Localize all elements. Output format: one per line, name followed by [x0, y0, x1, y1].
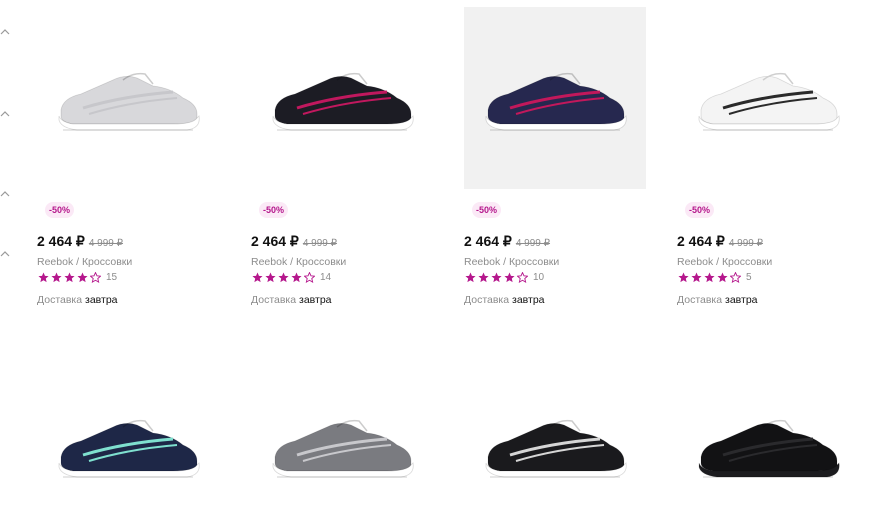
sneaker-image: [58, 419, 200, 478]
product-card[interactable]: [37, 405, 219, 505]
delivery-label: Доставка: [677, 294, 723, 306]
star-filled-icon: [465, 272, 476, 283]
review-count: 10: [533, 272, 545, 283]
rating: 14: [252, 272, 331, 283]
star-empty-icon: [517, 272, 528, 283]
product-image[interactable]: [464, 7, 646, 189]
old-price: 4 999 ₽: [515, 238, 551, 249]
delivery-label: Доставка: [37, 294, 83, 306]
price: 2 464 ₽: [677, 233, 725, 249]
old-price: 4 999 ₽: [88, 238, 124, 249]
price: 2 464 ₽: [464, 233, 512, 249]
star-filled-icon: [491, 272, 502, 283]
price-block: 2 464 ₽4 999 ₽: [37, 233, 123, 251]
product-card[interactable]: -50% 2 464 ₽4 999 ₽ Reebok / Кроссовки 5…: [677, 7, 859, 306]
rating: 5: [678, 272, 752, 283]
old-price: 4 999 ₽: [728, 238, 764, 249]
star-filled-icon: [51, 272, 62, 283]
sneaker-image: [485, 72, 627, 131]
product-card[interactable]: [251, 405, 433, 505]
product-image[interactable]: [251, 7, 433, 189]
delivery-day: завтра: [299, 294, 332, 306]
product-card[interactable]: [677, 405, 859, 505]
delivery-day: завтра: [725, 294, 758, 306]
review-count: 15: [106, 272, 118, 283]
price-block: 2 464 ₽4 999 ₽: [677, 233, 763, 251]
product-card[interactable]: -50% 2 464 ₽4 999 ₽ Reebok / Кроссовки 1…: [251, 7, 433, 306]
sneaker-image: [58, 72, 200, 131]
star-empty-icon: [304, 272, 315, 283]
review-count: 14: [320, 272, 332, 283]
price-block: 2 464 ₽4 999 ₽: [251, 233, 337, 251]
discount-badge: -50%: [472, 202, 502, 218]
sneaker-image: [272, 72, 414, 131]
rating: 15: [38, 272, 117, 283]
star-filled-icon: [38, 272, 49, 283]
product-image[interactable]: [677, 7, 859, 189]
delivery-label: Доставка: [251, 294, 297, 306]
delivery-info: Доставка завтра: [464, 294, 545, 306]
chevron-up-icon[interactable]: [0, 110, 10, 118]
star-filled-icon: [252, 272, 263, 283]
discount-badge: -50%: [259, 202, 289, 218]
star-filled-icon: [678, 272, 689, 283]
brand-category[interactable]: Reebok / Кроссовки: [677, 256, 772, 268]
star-filled-icon: [717, 272, 728, 283]
discount-badge: -50%: [45, 202, 75, 218]
sneaker-image: [698, 419, 840, 478]
delivery-info: Доставка завтра: [251, 294, 332, 306]
chevron-up-icon[interactable]: [0, 28, 10, 36]
star-filled-icon: [691, 272, 702, 283]
star-filled-icon: [64, 272, 75, 283]
price-block: 2 464 ₽4 999 ₽: [464, 233, 550, 251]
chevron-up-icon[interactable]: [0, 250, 10, 258]
chevron-up-icon[interactable]: [0, 190, 10, 198]
product-image[interactable]: [37, 405, 219, 485]
star-filled-icon: [704, 272, 715, 283]
product-card[interactable]: [464, 405, 646, 505]
rating: 10: [465, 272, 544, 283]
product-image[interactable]: [37, 7, 219, 189]
product-image[interactable]: [677, 405, 859, 485]
star-empty-icon: [730, 272, 741, 283]
star-empty-icon: [90, 272, 101, 283]
price: 2 464 ₽: [37, 233, 85, 249]
star-filled-icon: [291, 272, 302, 283]
sneaker-image: [272, 419, 414, 478]
star-filled-icon: [478, 272, 489, 283]
product-image[interactable]: [251, 405, 433, 485]
star-filled-icon: [77, 272, 88, 283]
delivery-day: завтра: [512, 294, 545, 306]
brand-category[interactable]: Reebok / Кроссовки: [464, 256, 559, 268]
old-price: 4 999 ₽: [302, 238, 338, 249]
review-count: 5: [746, 272, 752, 283]
star-filled-icon: [504, 272, 515, 283]
sneaker-image: [485, 419, 627, 478]
brand-category[interactable]: Reebok / Кроссовки: [37, 256, 132, 268]
product-card[interactable]: -50% 2 464 ₽4 999 ₽ Reebok / Кроссовки 1…: [464, 7, 646, 306]
star-filled-icon: [265, 272, 276, 283]
delivery-label: Доставка: [464, 294, 510, 306]
sneaker-image: [698, 72, 840, 131]
product-card[interactable]: -50% 2 464 ₽4 999 ₽ Reebok / Кроссовки 1…: [37, 7, 219, 306]
discount-badge: -50%: [685, 202, 715, 218]
delivery-info: Доставка завтра: [677, 294, 758, 306]
star-filled-icon: [278, 272, 289, 283]
brand-category[interactable]: Reebok / Кроссовки: [251, 256, 346, 268]
price: 2 464 ₽: [251, 233, 299, 249]
delivery-day: завтра: [85, 294, 118, 306]
delivery-info: Доставка завтра: [37, 294, 118, 306]
product-image[interactable]: [464, 405, 646, 485]
